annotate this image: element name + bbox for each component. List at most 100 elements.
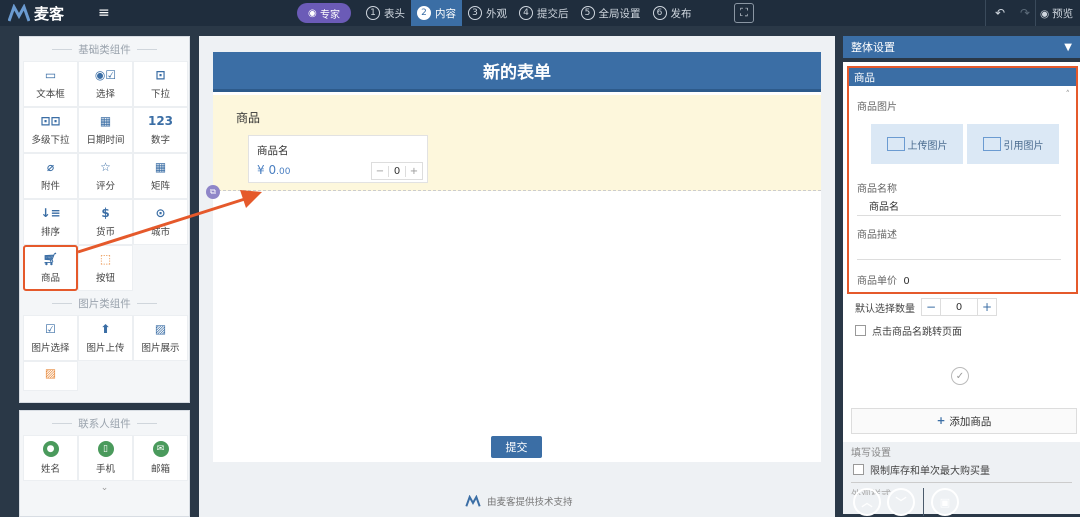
submit-button[interactable]: 提交 — [491, 436, 542, 458]
price-symbol: ¥ — [257, 163, 265, 177]
currency-icon: $ — [101, 206, 110, 220]
component-dropdown[interactable]: ⊡ 下拉 — [133, 61, 188, 107]
minus-button[interactable]: − — [372, 166, 388, 177]
move-up-icon[interactable]: ︿ — [853, 488, 881, 516]
component-label: 多级下拉 — [31, 135, 70, 146]
fullscreen-icon[interactable]: ⛶ — [734, 3, 754, 23]
eye-icon: ◉ — [1040, 7, 1050, 20]
step-number: 6 — [652, 6, 667, 20]
confirm-icon[interactable]: ✓ — [951, 367, 969, 385]
button-icon: ⬚ — [99, 252, 112, 266]
tab-header[interactable]: 1 表头 — [360, 0, 411, 26]
quantity-value[interactable]: 0 — [388, 165, 406, 177]
plus-button[interactable]: + — [977, 298, 997, 316]
plus-button[interactable]: + — [406, 166, 422, 177]
component-choice[interactable]: ◉☑ 选择 — [78, 61, 133, 107]
reference-label: 引用图片 — [1003, 140, 1044, 152]
component-currency[interactable]: $ 货币 — [78, 199, 133, 245]
reference-image-button[interactable]: 引用图片 — [967, 124, 1059, 164]
component-city[interactable]: ⊙ 城市 — [133, 199, 188, 245]
redo-icon[interactable]: ↷ — [1020, 6, 1030, 20]
tab-appearance[interactable]: 3 外观 — [462, 0, 513, 26]
tab-after-submit[interactable]: 4 提交后 — [513, 0, 575, 26]
add-product-label: 添加商品 — [949, 415, 992, 428]
collapse-icon[interactable]: ˄ — [1066, 90, 1071, 100]
product-price-input[interactable]: 0 — [903, 276, 909, 287]
component-label: 手机 — [95, 464, 115, 475]
component-image-upload[interactable]: ⬆ 图片上传 — [78, 315, 133, 361]
component-sort[interactable]: ↓≡ 排序 — [23, 199, 78, 245]
component-image-display[interactable]: ▨ 图片展示 — [133, 315, 188, 361]
component-datetime[interactable]: ▦ 日期时间 — [78, 107, 133, 153]
component-label: 附件 — [40, 181, 60, 192]
multi-dropdown-icon: ⊡⊡ — [40, 114, 61, 128]
product-name-input[interactable]: 商品名 — [857, 196, 1061, 216]
choice-icon: ◉☑ — [94, 68, 117, 82]
calendar-icon: ▦ — [99, 114, 112, 128]
cart-icon: 🛒︎ — [42, 252, 59, 266]
component-phone[interactable]: ▯ 手机 — [78, 435, 133, 481]
save-icon[interactable]: ▣ — [931, 488, 959, 516]
undo-icon[interactable]: ↶ — [995, 6, 1005, 20]
drag-handle-icon[interactable]: ⧉ — [206, 185, 220, 199]
minus-button[interactable]: − — [921, 298, 941, 316]
component-rating[interactable]: ☆ 评分 — [78, 153, 133, 199]
limit-checkbox[interactable] — [853, 464, 864, 475]
component-multi-dropdown[interactable]: ⊡⊡ 多级下拉 — [23, 107, 78, 153]
move-down-icon[interactable]: ﹀ — [887, 488, 915, 516]
form-title[interactable]: 新的表单 — [213, 52, 821, 92]
step-tabs: 1 表头 2 内容 3 外观 4 提交后 5 全局设置 6 发布 — [360, 0, 698, 26]
component-email[interactable]: ✉ 邮箱 — [133, 435, 188, 481]
contact-components-title: 联系人组件 — [20, 411, 189, 435]
component-label: 数字 — [150, 135, 170, 146]
plus-icon: + — [936, 415, 946, 427]
default-qty-row: 默认选择数量 − 0 + — [855, 298, 997, 316]
component-matrix[interactable]: ▦ 矩阵 — [133, 153, 188, 199]
product-price-label: 商品单价 0 — [857, 272, 910, 287]
overall-settings-label: 整体设置 — [851, 41, 895, 54]
tab-global-settings[interactable]: 5 全局设置 — [575, 0, 647, 26]
price-dec: .00 — [276, 167, 291, 177]
contact-components-grid: ● 姓名 ▯ 手机 ✉ 邮箱 — [23, 435, 189, 481]
jump-page-row[interactable]: 点击商品名跳转页面 — [855, 323, 962, 338]
component-product[interactable]: 🛒︎ 商品 — [23, 245, 78, 291]
component-number[interactable]: 123 数字 — [133, 107, 188, 153]
upload-label: 上传图片 — [907, 140, 948, 152]
component-image-more[interactable]: ▨ — [23, 361, 78, 391]
product-desc-input[interactable] — [857, 240, 1061, 260]
image-select-icon: ☑ — [45, 322, 56, 336]
jump-page-checkbox[interactable] — [855, 325, 866, 336]
component-name[interactable]: ● 姓名 — [23, 435, 78, 481]
component-button[interactable]: ⬚ 按钮 — [78, 245, 133, 291]
component-image-select[interactable]: ☑ 图片选择 — [23, 315, 78, 361]
product-field-label: 商品 — [236, 111, 261, 125]
price-label-text: 商品单价 — [857, 276, 897, 287]
overall-settings-header[interactable]: 整体设置 ▼ — [843, 36, 1080, 58]
upload-image-button[interactable]: 上传图片 — [871, 124, 963, 164]
product-card: 商品名 ¥ 0.00 − 0 + — [248, 135, 428, 183]
product-field[interactable]: 商品 商品名 ¥ 0.00 − 0 + — [213, 95, 821, 191]
preview-button[interactable]: ◉ 预览 — [1040, 6, 1073, 21]
component-label: 邮箱 — [150, 464, 170, 475]
add-product-button[interactable]: + 添加商品 — [851, 408, 1077, 434]
logo-icon — [8, 4, 30, 22]
component-panel: 基础类组件 ▭ 文本框 ◉☑ 选择 ⊡ 下拉 ⊡⊡ 多级下拉 ▦ 日期时间 123 数字 ⌀… — [19, 36, 190, 403]
component-label: 矩阵 — [150, 181, 170, 192]
quantity-stepper: − 0 + — [371, 162, 423, 180]
form-canvas: 新的表单 商品 商品名 ¥ 0.00 − 0 + 提交 由麦客提供技术支持 — [199, 36, 835, 517]
menu-icon[interactable]: ≡ — [98, 5, 110, 21]
expert-mode-badge[interactable]: ◉ 专家 — [297, 3, 351, 23]
tab-publish[interactable]: 6 发布 — [647, 0, 698, 26]
default-qty-label: 默认选择数量 — [855, 303, 915, 315]
matrix-icon: ▦ — [154, 160, 167, 174]
settings-panel: 整体设置 ▼ 商品 商品图片 ˄ 上传图片 引用图片 商品名称 商品名 商品描述 … — [843, 36, 1080, 517]
image-icon: ▨ — [44, 366, 57, 380]
default-qty-value[interactable]: 0 — [941, 298, 977, 316]
component-textbox[interactable]: ▭ 文本框 — [23, 61, 78, 107]
component-label: 排序 — [40, 227, 60, 238]
tab-content[interactable]: 2 内容 — [411, 0, 462, 26]
scroll-down-icon[interactable]: ⌄ — [20, 483, 189, 493]
component-attachment[interactable]: ⌀ 附件 — [23, 153, 78, 199]
limit-row[interactable]: 限制库存和单次最大购买量 — [853, 462, 990, 477]
textbox-icon: ▭ — [44, 68, 57, 82]
